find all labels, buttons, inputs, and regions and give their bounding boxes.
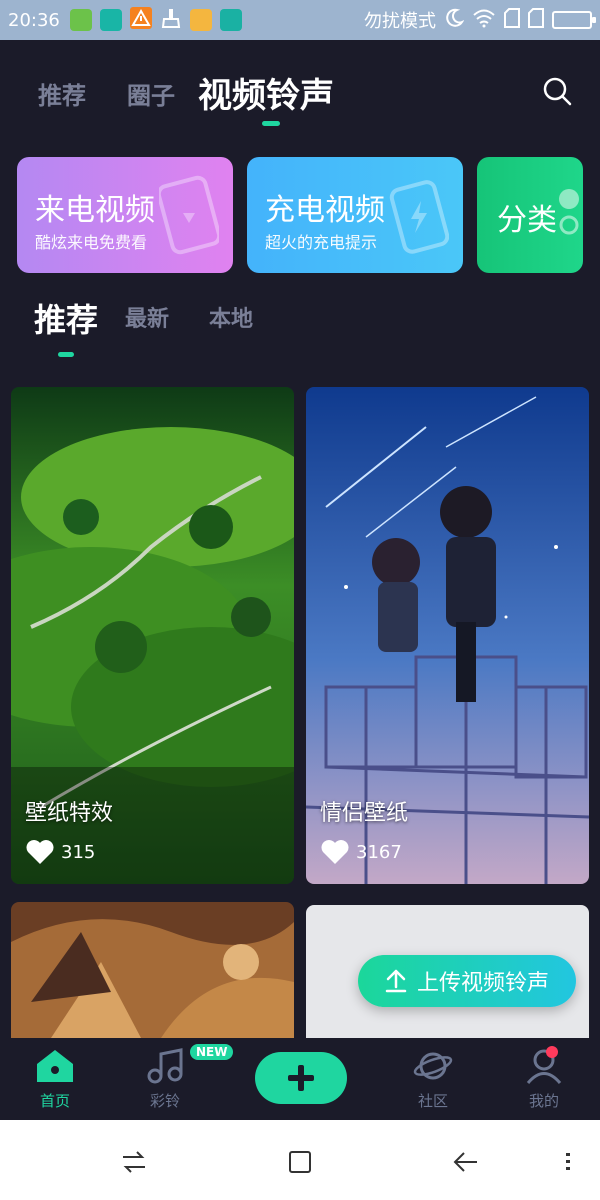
upload-button-label: 上传视频铃声 [416, 971, 549, 996]
app-icon [69, 9, 92, 31]
active-tab-indicator [262, 121, 280, 126]
video-title: 壁纸特效 [25, 801, 114, 826]
system-nav-bar [0, 1120, 600, 1200]
back-icon[interactable] [450, 1146, 482, 1178]
usb-icon [219, 9, 242, 31]
top-tabs: 推荐 圈子 视频铃声 [0, 60, 600, 130]
notification-icons [69, 6, 242, 34]
home-icon [37, 1050, 73, 1082]
feature-incoming-call-video[interactable]: 来电视频 酷炫来电免费看 [17, 157, 233, 273]
tab-circle[interactable]: 圈子 [127, 76, 175, 111]
feature-charging-video[interactable]: 充电视频 超火的充电提示 [247, 157, 463, 273]
nav-profile[interactable]: 我的 [509, 1048, 579, 1111]
video-card[interactable]: 壁纸特效 315 [11, 387, 294, 884]
tab-video-ringtone[interactable]: 视频铃声 [198, 68, 334, 117]
feature-title: 充电视频 [265, 193, 385, 228]
moon-icon [444, 8, 465, 33]
feature-title: 分类 [497, 203, 557, 238]
video-likes: 3167 [320, 839, 402, 865]
add-button[interactable] [255, 1052, 347, 1104]
heart-icon[interactable] [25, 839, 55, 865]
upload-arrow-icon [385, 969, 407, 993]
nav-home[interactable]: 首页 [20, 1048, 90, 1111]
subtab-recommend[interactable]: 推荐 [34, 295, 98, 341]
status-right: 勿扰模式 [364, 7, 596, 33]
search-icon[interactable] [542, 76, 572, 106]
app-icon [99, 9, 122, 31]
golden-armor-image [11, 902, 294, 1038]
broom-icon [160, 7, 182, 34]
nav-label: 彩铃 [149, 1092, 180, 1110]
tab-recommend[interactable]: 推荐 [38, 76, 86, 111]
video-likes: 315 [25, 839, 95, 865]
feature-subtitle: 酷炫来电免费看 [35, 233, 148, 252]
battery-charge-icon [389, 175, 450, 259]
video-card[interactable] [11, 902, 294, 1038]
nav-community[interactable]: 社区 [398, 1048, 468, 1111]
subtab-latest[interactable]: 最新 [125, 301, 169, 333]
sim-icon [528, 7, 544, 33]
home-square-icon[interactable] [284, 1146, 316, 1178]
heart-icon[interactable] [320, 839, 350, 865]
video-card[interactable]: 情侣壁纸 3167 [306, 387, 589, 884]
profile-icon [526, 1049, 562, 1084]
category-icon [555, 187, 579, 241]
nav-ringback[interactable]: 彩铃 [130, 1048, 200, 1111]
status-time: 20:36 [8, 9, 60, 31]
planet-icon [413, 1052, 453, 1080]
folder-icon [189, 9, 212, 31]
wifi-icon [472, 8, 496, 33]
notification-dot [546, 1046, 558, 1058]
bottom-nav: 首页 彩铃 NEW 社区 我的 [0, 1038, 600, 1120]
feature-category[interactable]: 分类 [477, 157, 583, 273]
feature-title: 来电视频 [35, 193, 155, 228]
warning-icon [129, 6, 152, 34]
nav-label: 社区 [417, 1092, 448, 1110]
plus-icon [288, 1065, 314, 1091]
subtab-local[interactable]: 本地 [209, 301, 253, 333]
status-bar: 20:36 勿扰模式 [0, 0, 600, 40]
dnd-text: 勿扰模式 [364, 11, 436, 32]
nav-label: 首页 [39, 1092, 70, 1110]
battery-icon [552, 11, 596, 29]
sim-icon [504, 7, 520, 33]
nav-label: 我的 [528, 1092, 559, 1110]
likes-count: 3167 [356, 841, 402, 863]
new-badge: NEW [190, 1044, 234, 1060]
phone-icon [156, 175, 222, 259]
switch-app-icon[interactable] [118, 1146, 150, 1178]
likes-count: 315 [61, 841, 96, 863]
feature-subtitle: 超火的充电提示 [265, 233, 378, 252]
upload-video-ringtone-button[interactable]: 上传视频铃声 [358, 955, 576, 1007]
video-title: 情侣壁纸 [320, 801, 409, 826]
music-note-icon [147, 1048, 183, 1084]
subtab-indicator [58, 352, 74, 357]
menu-icon[interactable] [552, 1146, 584, 1178]
